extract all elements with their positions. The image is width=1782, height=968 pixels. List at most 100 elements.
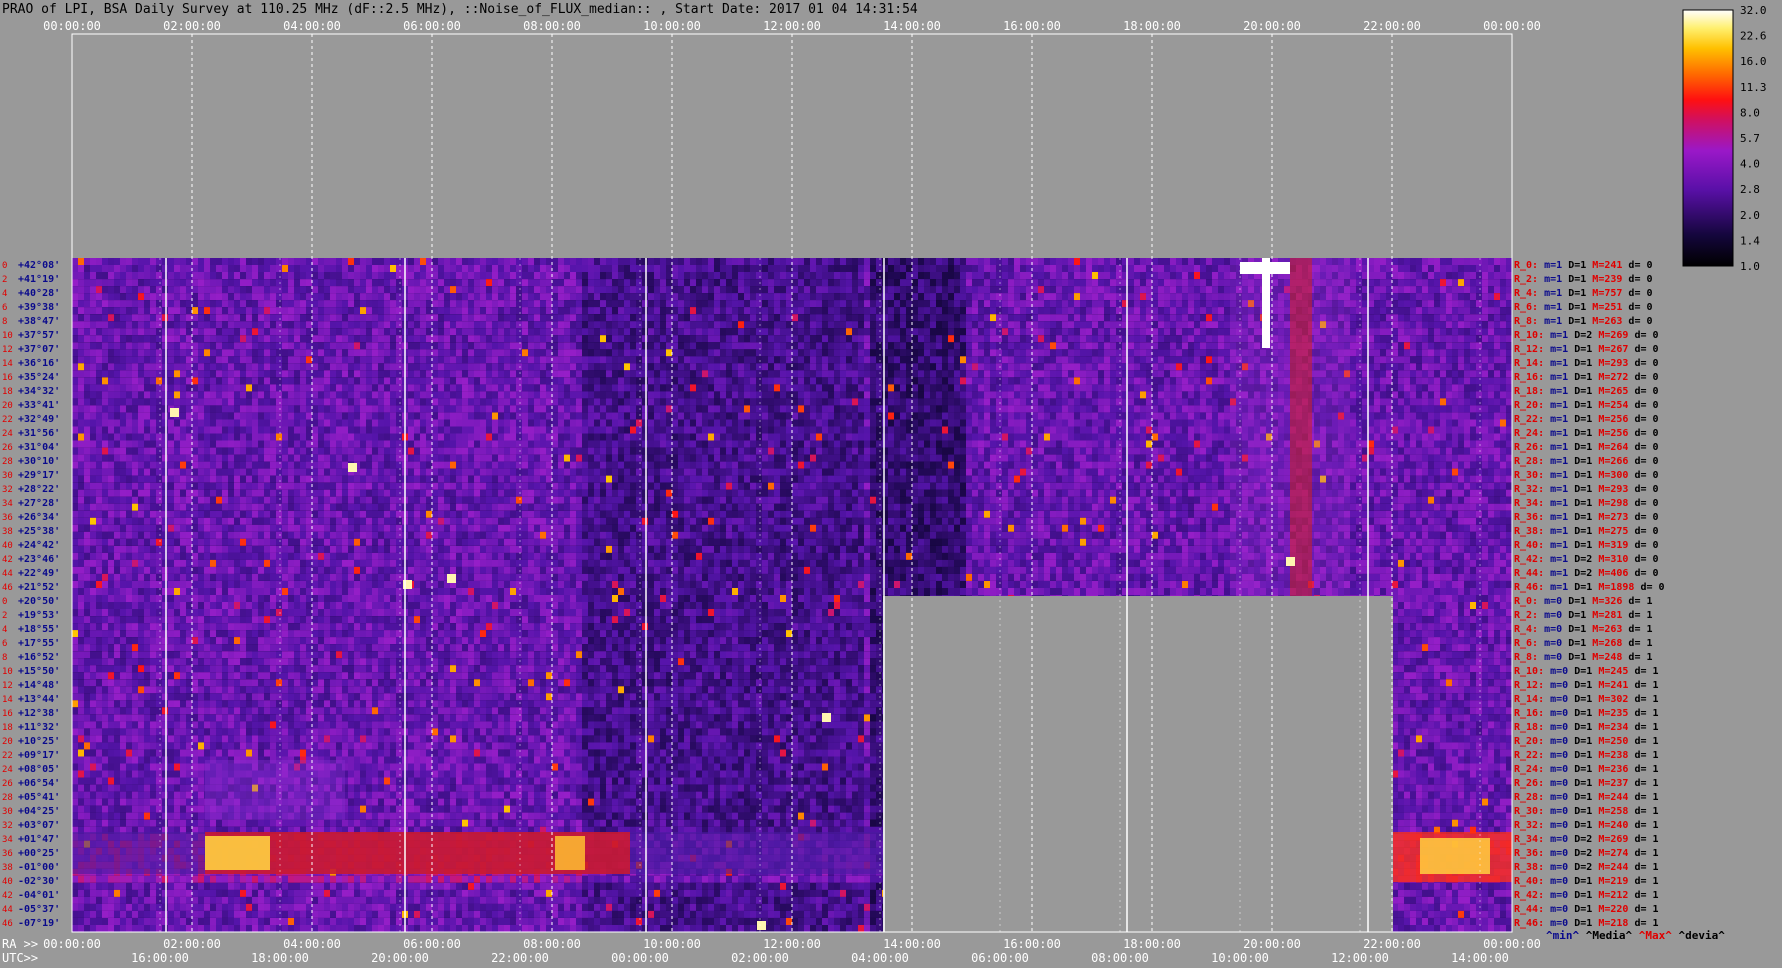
heatmap-cell xyxy=(630,391,636,399)
heatmap-cell xyxy=(468,279,474,287)
heatmap-cell xyxy=(1146,342,1152,350)
heatmap-cell xyxy=(180,258,186,266)
heatmap-cell xyxy=(264,377,270,385)
heatmap-cell xyxy=(540,265,546,273)
heatmap-cell xyxy=(576,377,582,385)
heatmap-cell xyxy=(294,377,300,385)
heatmap-cell xyxy=(120,391,126,399)
heatmap-cell xyxy=(1026,363,1032,371)
heatmap-cell xyxy=(1464,314,1470,322)
heatmap-cell xyxy=(114,300,120,308)
heatmap-cell xyxy=(1446,300,1452,308)
heatmap-cell xyxy=(666,272,672,280)
heatmap-cell xyxy=(108,342,114,350)
heatmap-cell xyxy=(318,356,324,364)
heatmap-cell xyxy=(1350,391,1356,399)
heatmap-cell xyxy=(876,314,882,322)
heatmap-cell xyxy=(318,377,324,385)
heatmap-cell xyxy=(1224,342,1230,350)
heatmap-cell xyxy=(1056,258,1062,266)
heatmap-cell xyxy=(1206,265,1212,273)
heatmap-cell xyxy=(798,398,804,406)
heatmap-cell xyxy=(372,349,378,357)
heatmap-cell xyxy=(888,265,894,273)
heatmap-cell xyxy=(1134,265,1140,273)
heatmap-cell xyxy=(198,377,204,385)
heatmap-cell xyxy=(1416,272,1422,280)
heatmap-cell xyxy=(282,342,288,350)
heatmap-cell xyxy=(540,328,546,336)
heatmap-cell xyxy=(1152,384,1158,392)
heatmap-cell xyxy=(762,279,768,287)
heatmap-cell xyxy=(186,279,192,287)
heatmap-cell xyxy=(828,342,834,350)
heatmap-cell xyxy=(1140,279,1146,287)
heatmap-cell xyxy=(696,307,702,315)
heatmap-cell xyxy=(462,349,468,357)
heatmap-cell xyxy=(906,272,912,280)
heatmap-cell xyxy=(408,342,414,350)
heatmap-cell xyxy=(1404,307,1410,315)
heatmap-cell xyxy=(786,363,792,371)
heatmap-cell xyxy=(1098,349,1104,357)
heatmap-cell xyxy=(690,314,696,322)
heatmap-cell xyxy=(558,398,564,406)
heatmap-cell xyxy=(726,349,732,357)
heatmap-cell xyxy=(336,356,342,364)
heatmap-cell xyxy=(72,321,78,329)
heatmap-cell xyxy=(744,356,750,364)
heatmap-cell xyxy=(1140,328,1146,336)
heatmap-cell xyxy=(978,279,984,287)
heatmap-cell xyxy=(564,265,570,273)
heatmap-cell xyxy=(720,328,726,336)
heatmap-cell xyxy=(768,356,774,364)
heatmap-cell xyxy=(366,328,372,336)
heatmap-cell xyxy=(780,391,786,399)
heatmap-cell xyxy=(1350,370,1356,378)
heatmap-cell xyxy=(288,384,294,392)
heatmap-cell xyxy=(804,356,810,364)
heatmap-cell xyxy=(192,314,198,322)
heatmap-cell xyxy=(180,370,186,378)
heatmap-cell xyxy=(750,377,756,385)
heatmap-cell xyxy=(156,349,162,357)
heatmap-cell xyxy=(198,307,204,315)
heatmap-cell xyxy=(1116,293,1122,301)
heatmap-cell xyxy=(1044,356,1050,364)
heatmap-cell xyxy=(384,342,390,350)
heatmap-cell xyxy=(756,363,762,371)
heatmap-cell xyxy=(1092,307,1098,315)
heatmap-cell xyxy=(1218,384,1224,392)
heatmap-cell xyxy=(672,335,678,343)
heatmap-cell xyxy=(474,258,480,266)
heatmap-cell xyxy=(1086,384,1092,392)
heatmap-cell xyxy=(990,342,996,350)
heatmap-cell xyxy=(1440,328,1446,336)
heatmap-cell xyxy=(522,265,528,273)
heatmap-cell xyxy=(270,377,276,385)
heatmap-cell xyxy=(234,349,240,357)
heatmap-cell xyxy=(1176,342,1182,350)
heatmap-cell xyxy=(330,335,336,343)
heatmap-cell xyxy=(162,300,168,308)
heatmap-cell xyxy=(252,384,258,392)
heatmap-cell xyxy=(522,279,528,287)
heatmap-cell xyxy=(90,363,96,371)
heatmap-cell xyxy=(408,349,414,357)
heatmap-cell xyxy=(1164,391,1170,399)
heatmap-cell xyxy=(1392,349,1398,357)
heatmap-cell xyxy=(426,300,432,308)
heatmap-cell xyxy=(1428,391,1434,399)
heatmap-cell xyxy=(1074,286,1080,294)
heatmap-cell xyxy=(528,258,534,266)
heatmap-cell xyxy=(282,377,288,385)
heatmap-cell xyxy=(234,321,240,329)
heatmap-cell xyxy=(72,349,78,357)
heatmap-cell xyxy=(930,328,936,336)
heatmap-cell xyxy=(1200,279,1206,287)
heatmap-cell xyxy=(960,314,966,322)
heatmap-cell xyxy=(1380,370,1386,378)
heatmap-cell xyxy=(984,349,990,357)
heatmap-cell xyxy=(714,314,720,322)
heatmap-cell xyxy=(696,314,702,322)
